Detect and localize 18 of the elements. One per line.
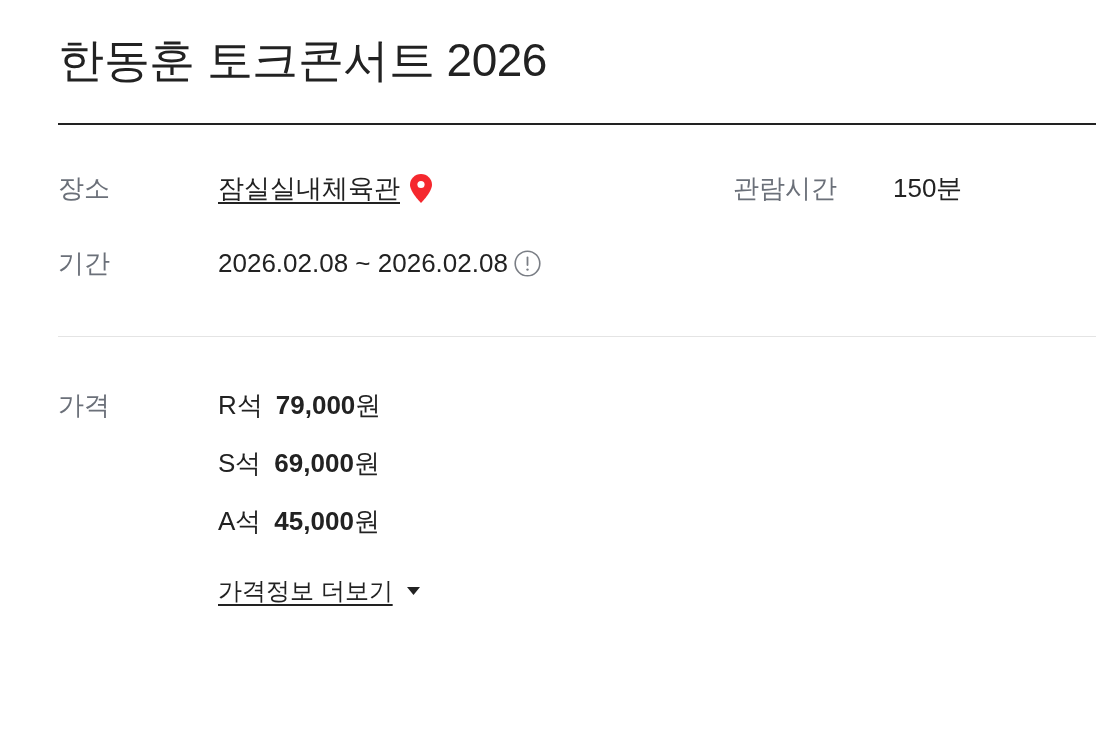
venue-link[interactable]: 잠실실내체육관 — [218, 170, 400, 206]
seat-price: 45,000원 — [274, 505, 380, 538]
field-label: 가격 — [58, 389, 111, 422]
exclamation-circle-icon[interactable] — [513, 249, 541, 277]
seat-price: 79,000원 — [275, 389, 382, 422]
caret-icon — [406, 587, 420, 595]
field-label: 기간 — [58, 247, 111, 280]
seat-grade: A석 — [218, 505, 262, 538]
field-label: 관람시간 — [733, 172, 838, 205]
field-label: 장소 — [58, 172, 111, 205]
seat-price: 69,000원 — [274, 447, 380, 480]
field-value: 150분 — [893, 172, 963, 205]
page-title: 한동훈 토크콘서트 2026 — [58, 33, 548, 88]
seat-grade: S석 — [218, 447, 262, 480]
seat-grade: R석 — [218, 389, 263, 422]
more-prices-link[interactable]: 가격정보 더보기 — [218, 573, 420, 609]
date-range: 2026.02.08 ~ 2026.02.08 — [218, 247, 508, 280]
map-pin-icon — [410, 173, 432, 203]
